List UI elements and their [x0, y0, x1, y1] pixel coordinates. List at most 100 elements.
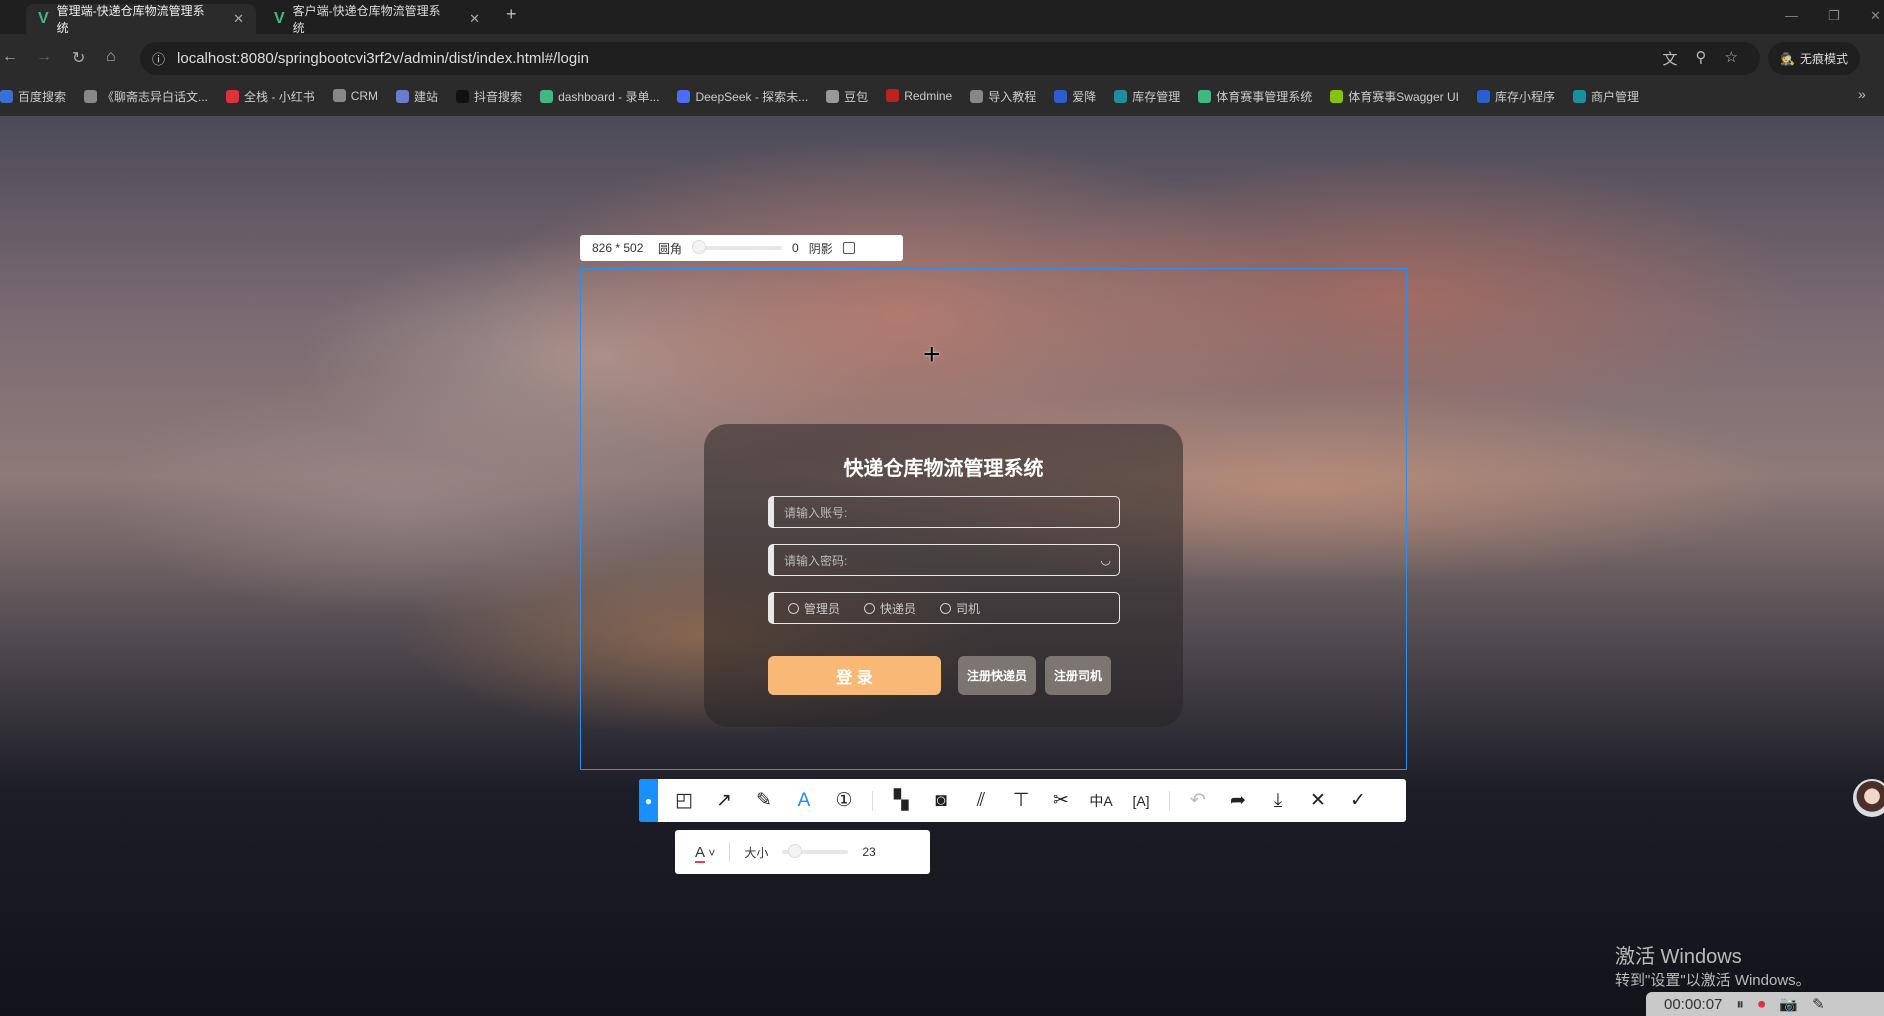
pen-tool-icon[interactable]: ✎: [744, 789, 784, 812]
password-input[interactable]: 请输入密码: ◡: [768, 544, 1120, 576]
bookmark-label: 体育赛事Swagger UI: [1348, 89, 1459, 104]
bookmark-item[interactable]: 体育赛事Swagger UI: [1330, 88, 1459, 105]
bookmark-item[interactable]: 《聊斋志异白话文...: [84, 88, 208, 105]
bookmark-label: CRM: [350, 89, 379, 103]
tab-admin[interactable]: V 管理端-快递仓库物流管理系统 ✕: [26, 4, 256, 35]
bookmark-item[interactable]: Redmine: [886, 89, 952, 103]
bookmark-label: Redmine: [904, 89, 953, 103]
camera-icon[interactable]: 📷: [1779, 995, 1798, 1013]
role-driver-radio[interactable]: 司机: [940, 600, 980, 617]
size-slider[interactable]: [782, 844, 849, 858]
shape-tool-icon[interactable]: ◰: [664, 789, 704, 812]
translate-tool-icon[interactable]: 中A: [1081, 791, 1121, 811]
new-tab-button[interactable]: +: [506, 4, 517, 25]
login-button[interactable]: 登 录: [768, 656, 941, 695]
bookmark-item[interactable]: CRM: [332, 89, 379, 103]
bookmark-label: DeepSeek - 探索未...: [695, 89, 809, 104]
bookmark-item[interactable]: 库存管理: [1114, 88, 1180, 105]
number-tool-icon[interactable]: ①: [824, 789, 864, 812]
tab-client[interactable]: V 客户端-快递仓库物流管理系统 ✕: [262, 4, 492, 35]
bookmark-label: 《聊斋志异白话文...: [102, 89, 209, 104]
close-tab-icon[interactable]: ✕: [469, 11, 480, 27]
assistant-avatar[interactable]: [1853, 779, 1884, 817]
browser-chrome: V 管理端-快递仓库物流管理系统 ✕ V 客户端-快递仓库物流管理系统 ✕ + — ❐ …: [0, 0, 1884, 116]
login-title: 快递仓库物流管理系统: [843, 458, 1044, 480]
role-courier-radio[interactable]: 快递员: [864, 600, 916, 617]
restore-button[interactable]: ❐: [1828, 8, 1840, 24]
stop-record-icon[interactable]: ⏺: [1758, 996, 1766, 1013]
bookmark-star-icon[interactable]: ☆: [1725, 48, 1738, 69]
register-driver-button[interactable]: 注册司机: [1045, 656, 1111, 695]
bookmark-favicon-icon: [1054, 89, 1068, 103]
blur-tool-icon[interactable]: ◙: [921, 790, 961, 812]
recording-time: 00:00:07: [1664, 995, 1723, 1013]
bookmark-item[interactable]: 建站: [396, 88, 438, 105]
bookmark-favicon-icon: [970, 89, 984, 103]
bookmark-item[interactable]: DeepSeek - 探索未...: [677, 88, 808, 105]
pencil-icon[interactable]: ✎: [1812, 995, 1825, 1013]
bookmark-favicon-icon: [886, 89, 900, 102]
radio-label: 管理员: [804, 601, 841, 616]
bookmark-item[interactable]: dashboard - 录单...: [540, 88, 659, 105]
bookmark-label: 体育赛事管理系统: [1216, 89, 1313, 104]
bookmark-label: 抖音搜索: [474, 89, 523, 104]
minimize-button[interactable]: —: [1785, 8, 1798, 23]
tab-title: 管理端-快递仓库物流管理系统: [56, 4, 205, 35]
cut-icon[interactable]: ✂: [1041, 789, 1081, 812]
ocr-tool-icon[interactable]: [A]: [1121, 793, 1161, 809]
forward-icon[interactable]: →: [36, 48, 52, 66]
bookmark-label: 爱降: [1072, 89, 1097, 104]
bookmark-item[interactable]: 商户管理: [1573, 88, 1639, 105]
cancel-icon[interactable]: ✕: [1298, 789, 1338, 812]
radius-value: 0: [792, 241, 799, 255]
incognito-label: 无痕模式: [1799, 52, 1848, 66]
share-icon[interactable]: ➦: [1218, 789, 1258, 812]
pause-icon[interactable]: ⏸: [1736, 996, 1744, 1013]
account-input[interactable]: 请输入账号:: [768, 496, 1120, 528]
bookmark-favicon-icon: [396, 89, 410, 103]
bookmark-label: 百度搜索: [18, 89, 67, 104]
close-window-button[interactable]: ✕: [1870, 8, 1881, 24]
bookmark-favicon-icon: [1198, 89, 1212, 103]
mosaic-tool-icon[interactable]: ▚: [881, 789, 921, 812]
incognito-icon: 🕵: [1780, 51, 1795, 66]
register-courier-button[interactable]: 注册快递员: [958, 656, 1036, 695]
hatch-tool-icon[interactable]: ⫽: [961, 790, 1001, 812]
incognito-badge[interactable]: 🕵 无痕模式: [1768, 42, 1860, 75]
address-bar[interactable]: ⓘ localhost:8080/springbootcvi3rf2v/admin…: [140, 42, 1760, 75]
bookmark-item[interactable]: 体育赛事管理系统: [1198, 88, 1312, 105]
reload-icon[interactable]: ↻: [72, 48, 85, 68]
login-card: 快递仓库物流管理系统 请输入账号: 请输入密码: ◡ 管理员 快递员 司机 登 录…: [704, 424, 1183, 727]
eye-closed-icon[interactable]: ◡: [1101, 553, 1111, 567]
bookmark-label: 建站: [414, 89, 439, 104]
arrow-tool-icon[interactable]: ↗: [704, 789, 744, 812]
bookmark-favicon-icon: [1573, 89, 1586, 103]
back-icon[interactable]: ←: [2, 48, 18, 66]
bookmark-favicon-icon: [84, 89, 98, 103]
radio-label: 司机: [956, 601, 981, 616]
bookmark-favicon-icon: [1114, 89, 1128, 103]
undo-icon[interactable]: ↶: [1178, 789, 1218, 812]
bookmark-item[interactable]: 抖音搜索: [456, 88, 522, 105]
shadow-checkbox[interactable]: [842, 242, 855, 254]
text-tool-icon[interactable]: A: [784, 790, 824, 812]
pin-icon[interactable]: ⊤: [1001, 789, 1041, 812]
bookmark-item[interactable]: 爱降: [1054, 88, 1096, 105]
text-color-picker[interactable]: A ˅: [695, 843, 715, 863]
password-placeholder: 请输入密码:: [784, 553, 848, 568]
radius-slider[interactable]: [692, 240, 783, 254]
home-icon[interactable]: ⌂: [106, 48, 116, 66]
close-tab-icon[interactable]: ✕: [233, 11, 244, 27]
role-radio-group: 管理员 快递员 司机: [768, 592, 1120, 624]
role-admin-radio[interactable]: 管理员: [788, 600, 840, 617]
translate-icon[interactable]: ⽂: [1663, 48, 1678, 69]
bookmark-item[interactable]: 百度搜索: [0, 88, 66, 105]
bookmark-item[interactable]: 库存小程序: [1476, 88, 1555, 105]
confirm-icon[interactable]: ✓: [1338, 789, 1378, 812]
bookmark-item[interactable]: 全栈 - 小红书: [226, 88, 315, 105]
bookmark-item[interactable]: 导入教程: [970, 88, 1036, 105]
bookmark-item[interactable]: 豆包: [826, 88, 868, 105]
download-icon[interactable]: ⤓: [1258, 790, 1298, 812]
zoom-icon[interactable]: ⚲: [1696, 48, 1707, 69]
more-bookmarks-icon[interactable]: »: [1858, 86, 1866, 102]
